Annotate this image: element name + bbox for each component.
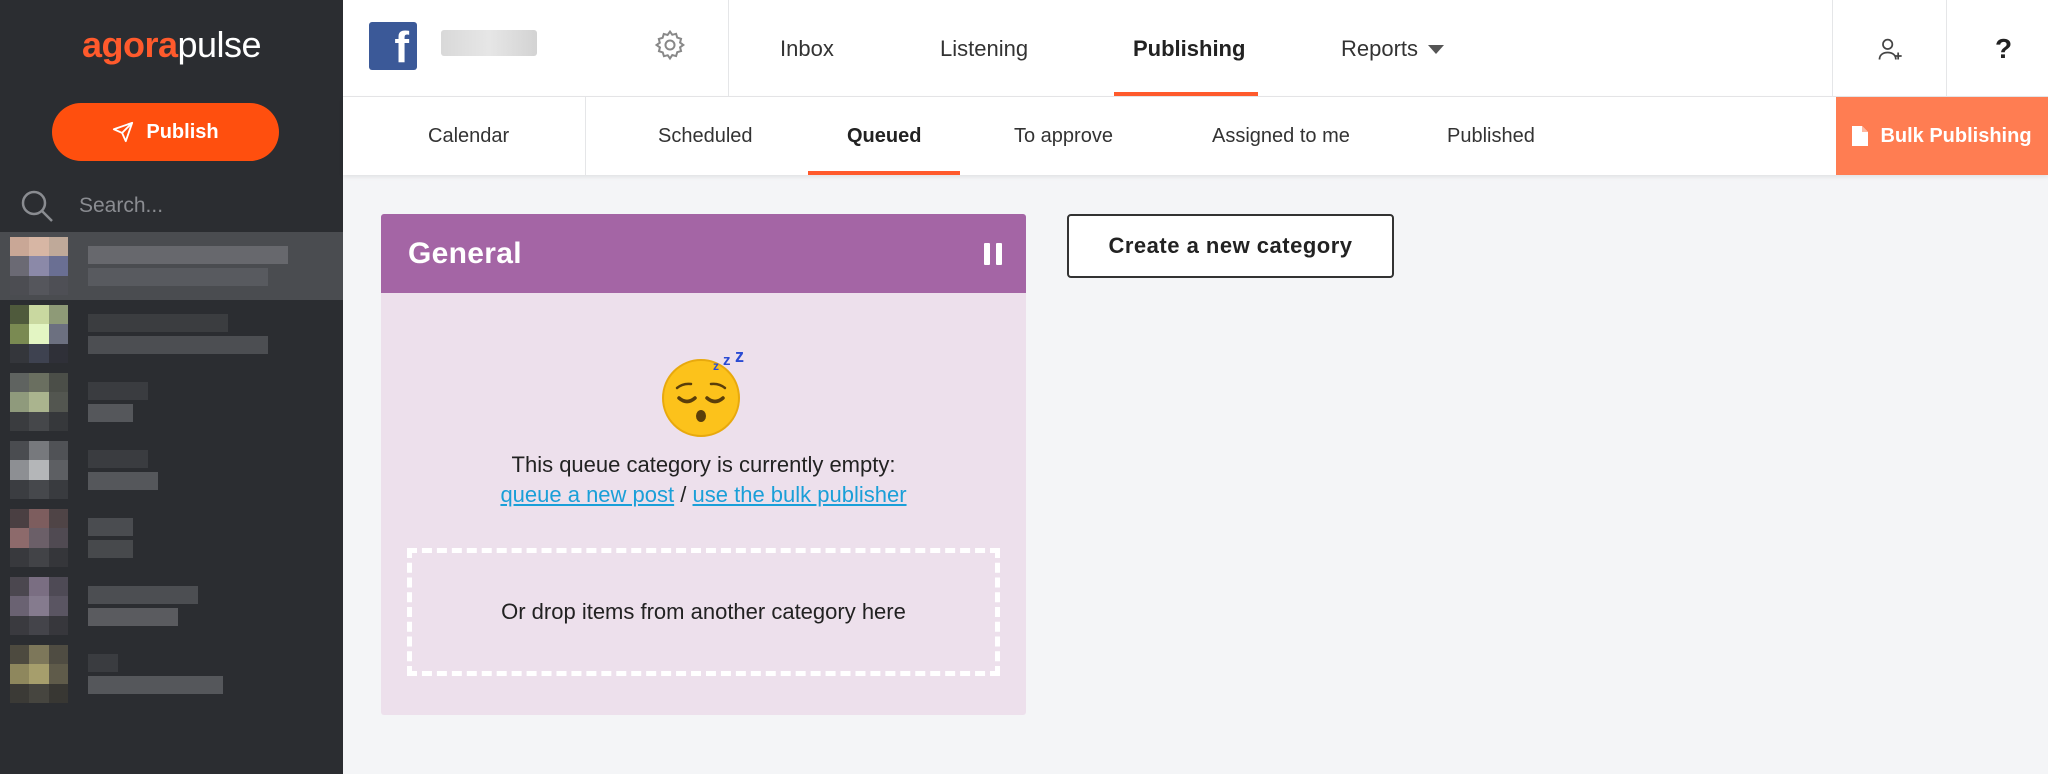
subnav-calendar[interactable]: Calendar <box>428 97 509 175</box>
subnav-queued[interactable]: Queued <box>847 97 921 175</box>
subnav-queued-label: Queued <box>847 124 922 147</box>
active-nav-indicator <box>1114 92 1258 96</box>
help-button[interactable]: ? <box>1946 0 2048 97</box>
nav-inbox[interactable]: Inbox <box>780 0 834 97</box>
divider <box>585 97 586 175</box>
page-name-blurred <box>441 30 537 56</box>
svg-text:z: z <box>713 359 719 373</box>
svg-text:z: z <box>723 352 731 369</box>
active-subnav-indicator <box>808 171 960 175</box>
bulk-publishing-label: Bulk Publishing <box>1880 124 2032 147</box>
create-category-button[interactable]: Create a new category <box>1067 214 1394 278</box>
account-name-blurred <box>88 586 308 626</box>
nav-reports-label: Reports <box>1341 35 1419 61</box>
paper-plane-icon <box>113 121 134 143</box>
account-avatar <box>10 577 68 635</box>
drop-zone-text: Or drop items from another category here <box>501 599 906 624</box>
subnav-scheduled[interactable]: Scheduled <box>658 97 753 175</box>
divider <box>728 0 729 97</box>
svg-text:z: z <box>735 348 744 366</box>
category-header: General <box>381 214 1026 293</box>
sidebar: agorapulse Publish <box>0 0 343 774</box>
publish-button[interactable]: Publish <box>52 103 279 161</box>
chevron-down-icon <box>1428 45 1445 54</box>
logo-part-pulse: pulse <box>177 24 262 65</box>
publish-button-label: Publish <box>146 120 219 143</box>
add-user-icon <box>1878 38 1902 60</box>
subnav-to-approve-label: To approve <box>1014 124 1113 147</box>
nav-publishing-label: Publishing <box>1133 35 1246 61</box>
create-category-label: Create a new category <box>1108 233 1353 258</box>
help-icon: ? <box>1994 32 2013 64</box>
app-logo[interactable]: agorapulse <box>0 24 343 66</box>
pause-icon[interactable] <box>980 239 1006 269</box>
account-item[interactable] <box>0 436 343 504</box>
nav-publishing[interactable]: Publishing <box>1133 0 1245 97</box>
empty-queue-links: queue a new post / use the bulk publishe… <box>381 480 1026 510</box>
account-item[interactable] <box>0 572 343 640</box>
nav-reports[interactable]: Reports <box>1341 0 1445 97</box>
account-avatar <box>10 441 68 499</box>
account-item[interactable] <box>0 640 343 708</box>
top-navigation-bar: f Inbox Listening Publishing Reports ? <box>343 0 2048 97</box>
subnav-to-approve[interactable]: To approve <box>1014 97 1113 175</box>
drop-zone[interactable]: Or drop items from another category here <box>407 548 1000 676</box>
logo-part-agora: agora <box>81 24 178 65</box>
gear-icon[interactable] <box>653 28 687 62</box>
sidebar-search <box>0 186 343 226</box>
subnav-published[interactable]: Published <box>1447 97 1535 175</box>
account-name-blurred <box>88 518 308 558</box>
facebook-icon[interactable]: f <box>369 22 417 70</box>
account-name-blurred <box>88 382 308 422</box>
category-title: General <box>408 236 522 270</box>
link-separator: / <box>680 482 687 507</box>
account-item[interactable] <box>0 232 343 300</box>
account-avatar <box>10 305 68 363</box>
document-icon <box>1852 126 1869 146</box>
account-avatar <box>10 645 68 703</box>
nav-listening-label: Listening <box>940 35 1029 61</box>
subnav-scheduled-label: Scheduled <box>658 124 753 147</box>
nav-listening[interactable]: Listening <box>940 0 1028 97</box>
publishing-subnav: Calendar Scheduled Queued To approve Ass… <box>343 97 2048 175</box>
account-item[interactable] <box>0 504 343 572</box>
bulk-publishing-button[interactable]: Bulk Publishing <box>1836 97 2048 175</box>
subnav-assigned-to-me[interactable]: Assigned to me <box>1212 97 1350 175</box>
bulk-publisher-link[interactable]: use the bulk publisher <box>693 482 907 507</box>
subnav-published-label: Published <box>1447 124 1535 147</box>
nav-inbox-label: Inbox <box>780 35 834 61</box>
account-list <box>0 232 343 762</box>
account-name-blurred <box>88 314 308 354</box>
empty-queue-message: This queue category is currently empty: <box>511 452 896 477</box>
account-avatar <box>10 373 68 431</box>
invite-user-button[interactable] <box>1832 0 1946 97</box>
sleeping-face-icon: z z z <box>662 348 744 437</box>
account-item[interactable] <box>0 300 343 368</box>
subnav-calendar-label: Calendar <box>428 124 510 147</box>
subnav-assigned-label: Assigned to me <box>1212 124 1350 147</box>
search-input[interactable] <box>79 194 319 218</box>
account-avatar <box>10 237 68 295</box>
search-icon <box>21 190 53 222</box>
queue-category-card: General z z z This queue category is cur… <box>381 214 1026 715</box>
account-name-blurred <box>88 246 308 286</box>
account-avatar <box>10 509 68 567</box>
queue-new-post-link[interactable]: queue a new post <box>500 482 674 507</box>
account-item[interactable] <box>0 368 343 436</box>
account-name-blurred <box>88 450 308 490</box>
account-name-blurred <box>88 654 308 694</box>
